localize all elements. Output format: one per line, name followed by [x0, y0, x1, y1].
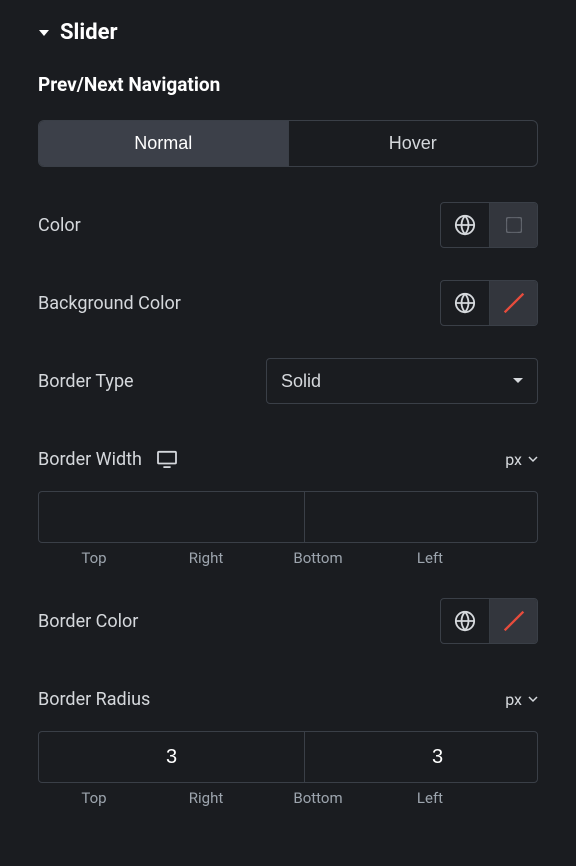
background-color-control [440, 280, 538, 326]
border-radius-right[interactable] [305, 732, 538, 782]
color-control [440, 202, 538, 248]
color-swatch-none[interactable] [489, 281, 537, 325]
tab-normal[interactable]: Normal [39, 121, 288, 166]
caret-down-icon [38, 27, 50, 39]
border-radius-label: Border Radius [38, 689, 150, 710]
border-radius-header: Border Radius px [38, 671, 538, 727]
tab-hover[interactable]: Hover [288, 121, 538, 166]
color-swatch-none[interactable] [489, 599, 537, 643]
chevron-down-icon [528, 456, 538, 463]
chevron-down-icon [528, 696, 538, 703]
border-color-row: Border Color [38, 593, 538, 649]
border-width-label: Border Width [38, 449, 142, 470]
border-type-label: Border Type [38, 371, 134, 392]
color-row: Color [38, 197, 538, 253]
background-color-label: Background Color [38, 293, 181, 314]
border-width-right[interactable] [305, 492, 538, 542]
subsection-title: Prev/Next Navigation [38, 73, 538, 120]
border-radius-top[interactable] [39, 732, 305, 782]
border-width-inputs [38, 491, 538, 543]
state-tabs: Normal Hover [38, 120, 538, 167]
border-width-dim-labels: Top Right Bottom Left [38, 549, 538, 567]
color-swatch[interactable] [489, 203, 537, 247]
border-radius-unit[interactable]: px [505, 690, 538, 709]
border-radius-inputs [38, 731, 538, 783]
border-type-select[interactable]: Solid [266, 358, 538, 404]
color-label: Color [38, 215, 81, 236]
background-color-row: Background Color [38, 275, 538, 331]
section-header[interactable]: Slider [38, 0, 538, 73]
globe-icon[interactable] [441, 281, 489, 325]
desktop-icon[interactable] [156, 450, 178, 468]
globe-icon[interactable] [441, 599, 489, 643]
border-width-top[interactable] [39, 492, 305, 542]
border-width-unit[interactable]: px [505, 450, 538, 469]
border-type-row: Border Type Solid [38, 353, 538, 409]
border-radius-dim-labels: Top Right Bottom Left [38, 789, 538, 807]
section-title: Slider [60, 20, 118, 45]
globe-icon[interactable] [441, 203, 489, 247]
border-width-header: Border Width px [38, 431, 538, 487]
border-color-label: Border Color [38, 611, 138, 632]
border-color-control [440, 598, 538, 644]
